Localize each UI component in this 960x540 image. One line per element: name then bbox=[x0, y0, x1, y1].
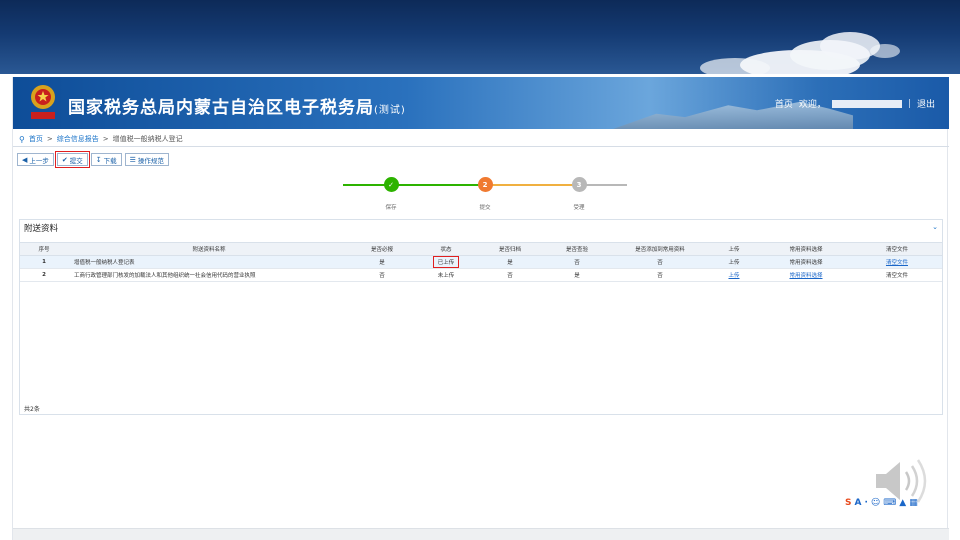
col-header: 状态 bbox=[414, 242, 478, 256]
attachments-table: 序号 附送资料名称 是否必报 状态 是否归档 是否查验 是否添加到常用资料 上传… bbox=[20, 242, 942, 282]
cell-common-select: 常用资料选择 bbox=[760, 255, 852, 269]
submit-icon: ✔ bbox=[61, 155, 68, 164]
submit-button[interactable]: ✔ 提交 bbox=[54, 151, 90, 168]
ime-emoji-icon: ☺ bbox=[870, 498, 881, 508]
status-badge: 已上传 bbox=[432, 256, 460, 268]
header-user-area: 首页 欢迎， | 退出 bbox=[775, 97, 935, 111]
cell-name: 工商行政管理部门核发的加载法人和其他组织统一社会信用代码的营业执照 bbox=[68, 268, 350, 282]
table-row: 2 工商行政管理部门核发的加载法人和其他组织统一社会信用代码的营业执照 否 未上… bbox=[20, 268, 942, 282]
step-line bbox=[391, 184, 485, 186]
attachments-section: 附送资料 ⌄ 序号 附送资料名称 是否必报 状态 是否归档 是否查验 是否添加到… bbox=[19, 219, 943, 415]
col-header: 清空文件 bbox=[852, 242, 942, 256]
col-header: 序号 bbox=[20, 242, 68, 256]
col-header: 附送资料名称 bbox=[68, 242, 350, 256]
step-submit: 2 提交 bbox=[475, 175, 495, 211]
cell-archived: 是 bbox=[478, 255, 542, 269]
step-label: 提交 bbox=[479, 205, 491, 211]
header-separator: | bbox=[907, 98, 911, 109]
step-label: 受理 bbox=[573, 205, 585, 211]
breadcrumb-current: 增值税一般纳税人登记 bbox=[112, 135, 183, 143]
site-title: 国家税务总局内蒙古自治区电子税务局(测试) bbox=[68, 98, 406, 118]
ime-menu-icon: ▦ bbox=[909, 498, 918, 508]
ime-skin-icon: ▲ bbox=[899, 498, 907, 508]
col-header: 常用资料选择 bbox=[760, 242, 852, 256]
ime-punct-icon: · bbox=[864, 498, 868, 508]
step-accept: 3 受理 bbox=[569, 175, 589, 211]
username-masked bbox=[831, 99, 902, 108]
breadcrumb: ⚲ 首页 > 综合信息报告 > 增值税一般纳税人登记 bbox=[19, 134, 183, 144]
cell-required: 是 bbox=[350, 255, 414, 269]
record-count: 共2条 bbox=[24, 406, 40, 413]
location-pin-icon: ⚲ bbox=[19, 134, 25, 144]
col-header: 是否必报 bbox=[350, 242, 414, 256]
prev-step-button[interactable]: ◀ 上一步 bbox=[17, 153, 54, 166]
step-label: 保存 bbox=[385, 205, 397, 211]
table-header-row: 序号 附送资料名称 是否必报 状态 是否归档 是否查验 是否添加到常用资料 上传… bbox=[20, 242, 942, 256]
cell-archived: 否 bbox=[478, 268, 542, 282]
section-title: 附送资料 bbox=[24, 224, 59, 234]
cell-status: 已上传 bbox=[414, 255, 478, 269]
cell-upload: 上传 bbox=[708, 255, 760, 269]
step-number: 2 bbox=[477, 177, 493, 192]
caret-left-icon: ◀ bbox=[22, 155, 28, 164]
cell-seq: 1 bbox=[20, 255, 68, 269]
breadcrumb-home[interactable]: 首页 bbox=[29, 134, 43, 144]
table-row: 1 增值税一般纳税人登记表 是 已上传 是 否 否 上传 常用资料选择 清空文件 bbox=[20, 255, 942, 269]
cell-required: 否 bbox=[350, 268, 414, 282]
breadcrumb-sep: > bbox=[102, 135, 109, 143]
progress-steps: ✓ 保存 2 提交 3 受理 bbox=[343, 175, 633, 215]
download-button[interactable]: ↧ 下载 bbox=[90, 153, 122, 166]
cell-add-common: 否 bbox=[612, 255, 708, 269]
guide-icon: ☰ bbox=[129, 155, 136, 164]
guide-button[interactable]: ☰ 操作规范 bbox=[124, 153, 169, 166]
cell-verified: 否 bbox=[542, 255, 612, 269]
check-icon: ✓ bbox=[383, 177, 399, 192]
ime-mode-icon: A bbox=[854, 498, 862, 508]
step-save: ✓ 保存 bbox=[381, 175, 401, 211]
breadcrumb-sep: > bbox=[46, 135, 53, 143]
logout-link[interactable]: 退出 bbox=[917, 97, 935, 110]
ime-toolbar[interactable]: S A · ☺ ⌨ ▲ ▦ bbox=[845, 498, 918, 508]
col-header: 是否添加到常用资料 bbox=[612, 242, 708, 256]
sogou-icon: S bbox=[845, 498, 852, 508]
download-icon: ↧ bbox=[95, 155, 102, 164]
breadcrumb-section[interactable]: 综合信息报告 bbox=[57, 134, 99, 144]
clear-file-link[interactable]: 清空文件 bbox=[852, 255, 942, 269]
step-line bbox=[485, 184, 579, 186]
col-header: 是否查验 bbox=[542, 242, 612, 256]
top-decor-band bbox=[0, 0, 960, 74]
chevron-down-icon[interactable]: ⌄ bbox=[932, 223, 938, 231]
cell-clear: 清空文件 bbox=[852, 268, 942, 282]
ime-keyboard-icon: ⌨ bbox=[883, 498, 897, 508]
home-link[interactable]: 首页 bbox=[775, 97, 793, 110]
step-number: 3 bbox=[571, 177, 587, 192]
screenshot-frame: 国家税务总局内蒙古自治区电子税务局(测试) 首页 欢迎， | 退出 ⚲ 首页 >… bbox=[12, 77, 949, 540]
cell-add-common: 否 bbox=[612, 268, 708, 282]
bottom-bar bbox=[13, 528, 949, 540]
slide: 国家税务总局内蒙古自治区电子税务局(测试) 首页 欢迎， | 退出 ⚲ 首页 >… bbox=[0, 0, 960, 540]
cell-status: 未上传 bbox=[414, 268, 478, 282]
header-banner: 国家税务总局内蒙古自治区电子税务局(测试) 首页 欢迎， | 退出 bbox=[13, 77, 949, 129]
divider bbox=[13, 146, 949, 147]
welcome-text: 欢迎， bbox=[798, 100, 826, 110]
common-select-link[interactable]: 常用资料选择 bbox=[760, 268, 852, 282]
cell-name: 增值税一般纳税人登记表 bbox=[68, 255, 350, 269]
col-header: 上传 bbox=[708, 242, 760, 256]
cell-verified: 是 bbox=[542, 268, 612, 282]
upload-link[interactable]: 上传 bbox=[708, 268, 760, 282]
col-header: 是否归档 bbox=[478, 242, 542, 256]
cell-seq: 2 bbox=[20, 268, 68, 282]
tax-emblem-icon bbox=[31, 85, 55, 119]
action-toolbar: ◀ 上一步 ✔ 提交 ↧ 下载 ☰ 操作规范 bbox=[17, 151, 169, 168]
